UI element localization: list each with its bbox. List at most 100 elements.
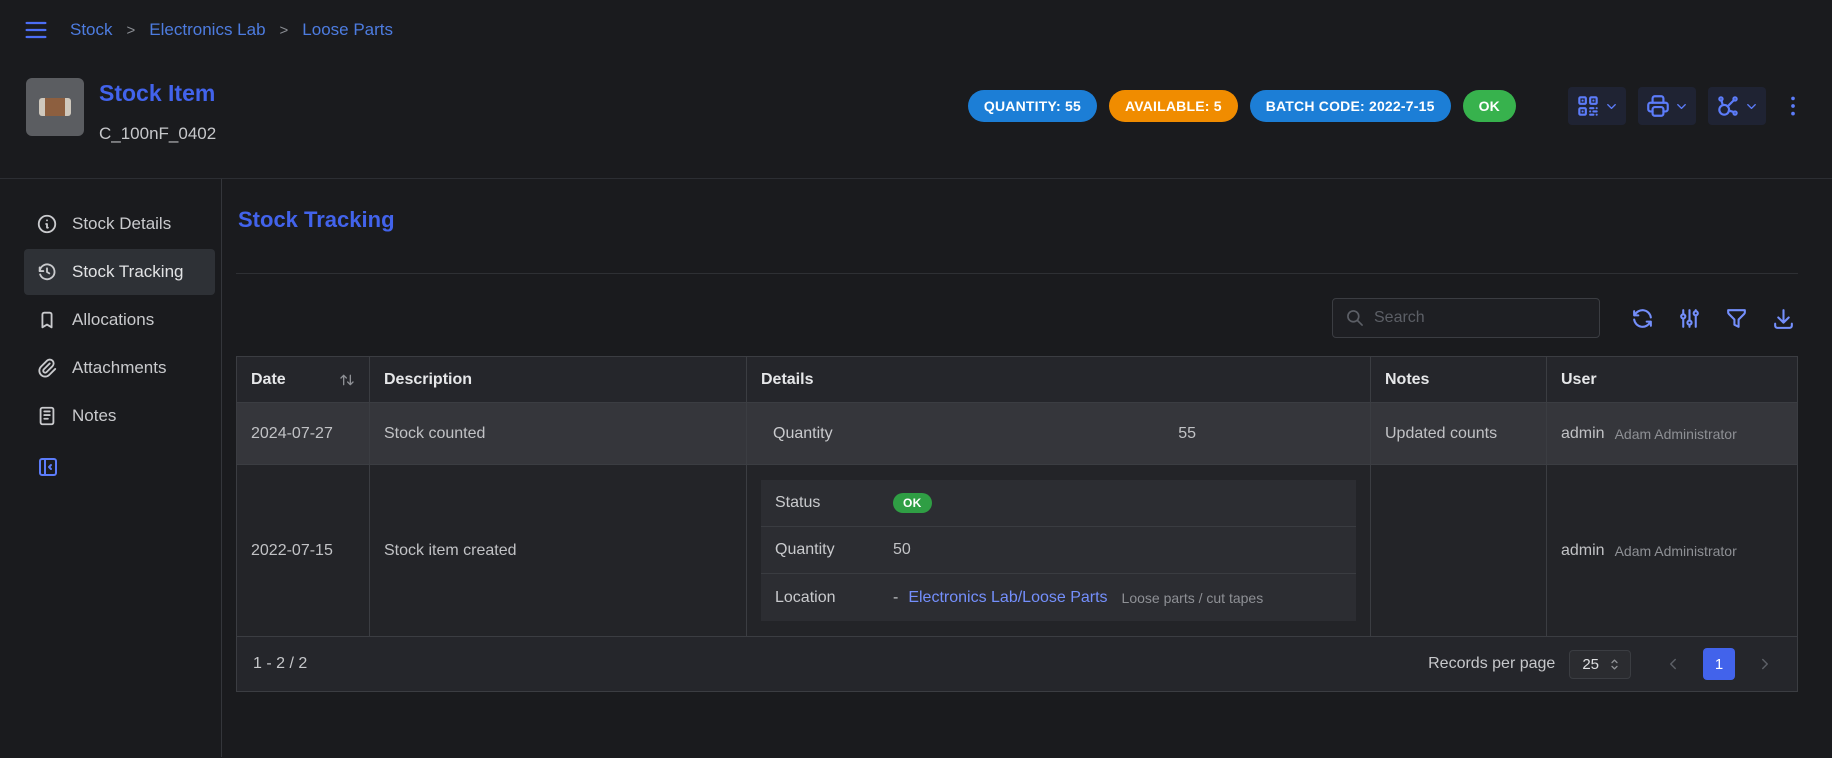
breadcrumb-separator: >: [280, 22, 289, 39]
sidebar-item-label: Attachments: [72, 358, 167, 378]
column-header-details[interactable]: Details: [746, 357, 1370, 402]
chevron-down-icon: [1744, 99, 1759, 114]
column-header-notes[interactable]: Notes: [1370, 357, 1546, 402]
notes-icon: [36, 405, 58, 427]
print-actions-button[interactable]: [1638, 87, 1696, 125]
column-header-date[interactable]: Date: [237, 357, 369, 402]
paperclip-icon: [36, 357, 58, 379]
breadcrumb-separator: >: [127, 22, 136, 39]
sidebar-collapse-button[interactable]: [36, 455, 60, 479]
stock-tracking-table: Date Description Details Notes User 2024…: [236, 356, 1798, 692]
chevron-right-icon: [1756, 655, 1774, 673]
sidebar-item-attachments[interactable]: Attachments: [24, 345, 215, 391]
cell-description: Stock item created: [369, 465, 746, 636]
records-per-page-select[interactable]: 25: [1569, 650, 1631, 679]
table-row: 2022-07-15 Stock item created Status OK …: [237, 465, 1797, 637]
next-page-button[interactable]: [1749, 648, 1781, 680]
search-box: [1332, 298, 1600, 338]
sidebar-item-label: Stock Details: [72, 214, 171, 234]
breadcrumb-electronics-lab[interactable]: Electronics Lab: [149, 20, 265, 40]
status-ok-badge: OK: [893, 493, 932, 513]
breadcrumb-stock[interactable]: Stock: [70, 20, 113, 40]
table-footer: 1 - 2 / 2 Records per page 25 1: [237, 637, 1797, 691]
detail-dash: -: [893, 589, 898, 607]
section-divider: [236, 273, 1798, 274]
search-input[interactable]: [1374, 309, 1587, 327]
selector-icon: [1607, 657, 1622, 672]
more-options-button[interactable]: [1778, 87, 1808, 125]
cell-date: 2022-07-15: [237, 465, 369, 636]
refresh-icon: [1630, 306, 1655, 331]
sidebar-item-label: Stock Tracking: [72, 262, 184, 282]
topbar: Stock > Electronics Lab > Loose Parts: [0, 0, 1832, 60]
detail-row-status: Status OK: [761, 480, 1356, 527]
title-block: Stock Item C_100nF_0402: [99, 78, 216, 144]
table-settings-button[interactable]: [1677, 306, 1702, 331]
username: admin: [1561, 542, 1605, 560]
menu-icon[interactable]: [22, 16, 50, 44]
bookmark-icon: [36, 309, 58, 331]
detail-key: Quantity: [773, 425, 891, 443]
username: admin: [1561, 425, 1605, 443]
barcode-actions-button[interactable]: [1568, 87, 1626, 125]
refresh-button[interactable]: [1630, 306, 1655, 331]
stock-item-thumbnail[interactable]: [26, 78, 84, 136]
breadcrumb-loose-parts[interactable]: Loose Parts: [302, 20, 393, 40]
cell-notes: [1370, 465, 1546, 636]
column-header-user[interactable]: User: [1546, 357, 1797, 402]
sidebar-collapse-icon: [36, 455, 60, 479]
detail-value: 55: [1178, 425, 1196, 443]
records-per-page-value: 25: [1582, 656, 1599, 673]
chevron-down-icon: [1604, 99, 1619, 114]
section-title: Stock Tracking: [238, 207, 1798, 233]
sidebar-item-stock-tracking[interactable]: Stock Tracking: [24, 249, 215, 295]
sidebar-item-label: Allocations: [72, 310, 154, 330]
cell-user: admin Adam Administrator: [1546, 465, 1797, 636]
chevron-down-icon: [1674, 99, 1689, 114]
filter-button[interactable]: [1724, 306, 1749, 331]
batch-code-badge: BATCH CODE: 2022-7-15: [1250, 90, 1451, 122]
download-button[interactable]: [1771, 306, 1796, 331]
detail-row-location: Location - Electronics Lab/Loose Parts L…: [761, 574, 1356, 621]
column-header-label: Date: [251, 371, 286, 389]
status-badges: QUANTITY: 55 AVAILABLE: 5 BATCH CODE: 20…: [968, 90, 1516, 122]
column-header-description[interactable]: Description: [369, 357, 746, 402]
cell-details: Quantity 55: [746, 403, 1370, 464]
search-icon: [1345, 308, 1365, 328]
main-content: Stock Tracking: [222, 179, 1832, 757]
detail-key: Status: [775, 494, 893, 512]
location-link[interactable]: Electronics Lab/Loose Parts: [908, 589, 1107, 607]
sidebar: Stock Details Stock Tracking Allocations…: [0, 179, 222, 757]
page-body: Stock Details Stock Tracking Allocations…: [0, 179, 1832, 757]
capacitor-image: [39, 98, 71, 116]
breadcrumb: Stock > Electronics Lab > Loose Parts: [70, 20, 393, 40]
sidebar-item-label: Notes: [72, 406, 116, 426]
sidebar-item-stock-details[interactable]: Stock Details: [24, 201, 215, 247]
user-full-name: Adam Administrator: [1615, 543, 1737, 559]
cell-date: 2024-07-27: [237, 403, 369, 464]
detail-value: 50: [893, 541, 911, 559]
stock-operations-button[interactable]: [1708, 87, 1766, 125]
cell-user: admin Adam Administrator: [1546, 403, 1797, 464]
adjustments-icon: [1677, 306, 1702, 331]
detail-key: Location: [775, 589, 893, 607]
table-row: 2024-07-27 Stock counted Quantity 55 Upd…: [237, 403, 1797, 465]
cell-notes: Updated counts: [1370, 403, 1546, 464]
page-1-button[interactable]: 1: [1703, 648, 1735, 680]
sort-icon[interactable]: [339, 372, 355, 388]
sidebar-item-notes[interactable]: Notes: [24, 393, 215, 439]
info-circle-icon: [36, 213, 58, 235]
table-toolbar: [236, 298, 1796, 338]
status-ok-badge: OK: [1463, 90, 1516, 122]
cell-description: Stock counted: [369, 403, 746, 464]
available-badge: AVAILABLE: 5: [1109, 90, 1238, 122]
record-range: 1 - 2 / 2: [253, 655, 307, 673]
history-icon: [36, 261, 58, 283]
stock-item-part-name: C_100nF_0402: [99, 124, 216, 144]
chevron-left-icon: [1664, 655, 1682, 673]
sidebar-item-allocations[interactable]: Allocations: [24, 297, 215, 343]
page-title: Stock Item: [99, 80, 216, 107]
previous-page-button[interactable]: [1657, 648, 1689, 680]
page-header: Stock Item C_100nF_0402 QUANTITY: 55 AVA…: [0, 60, 1832, 179]
dots-vertical-icon: [1780, 93, 1806, 119]
